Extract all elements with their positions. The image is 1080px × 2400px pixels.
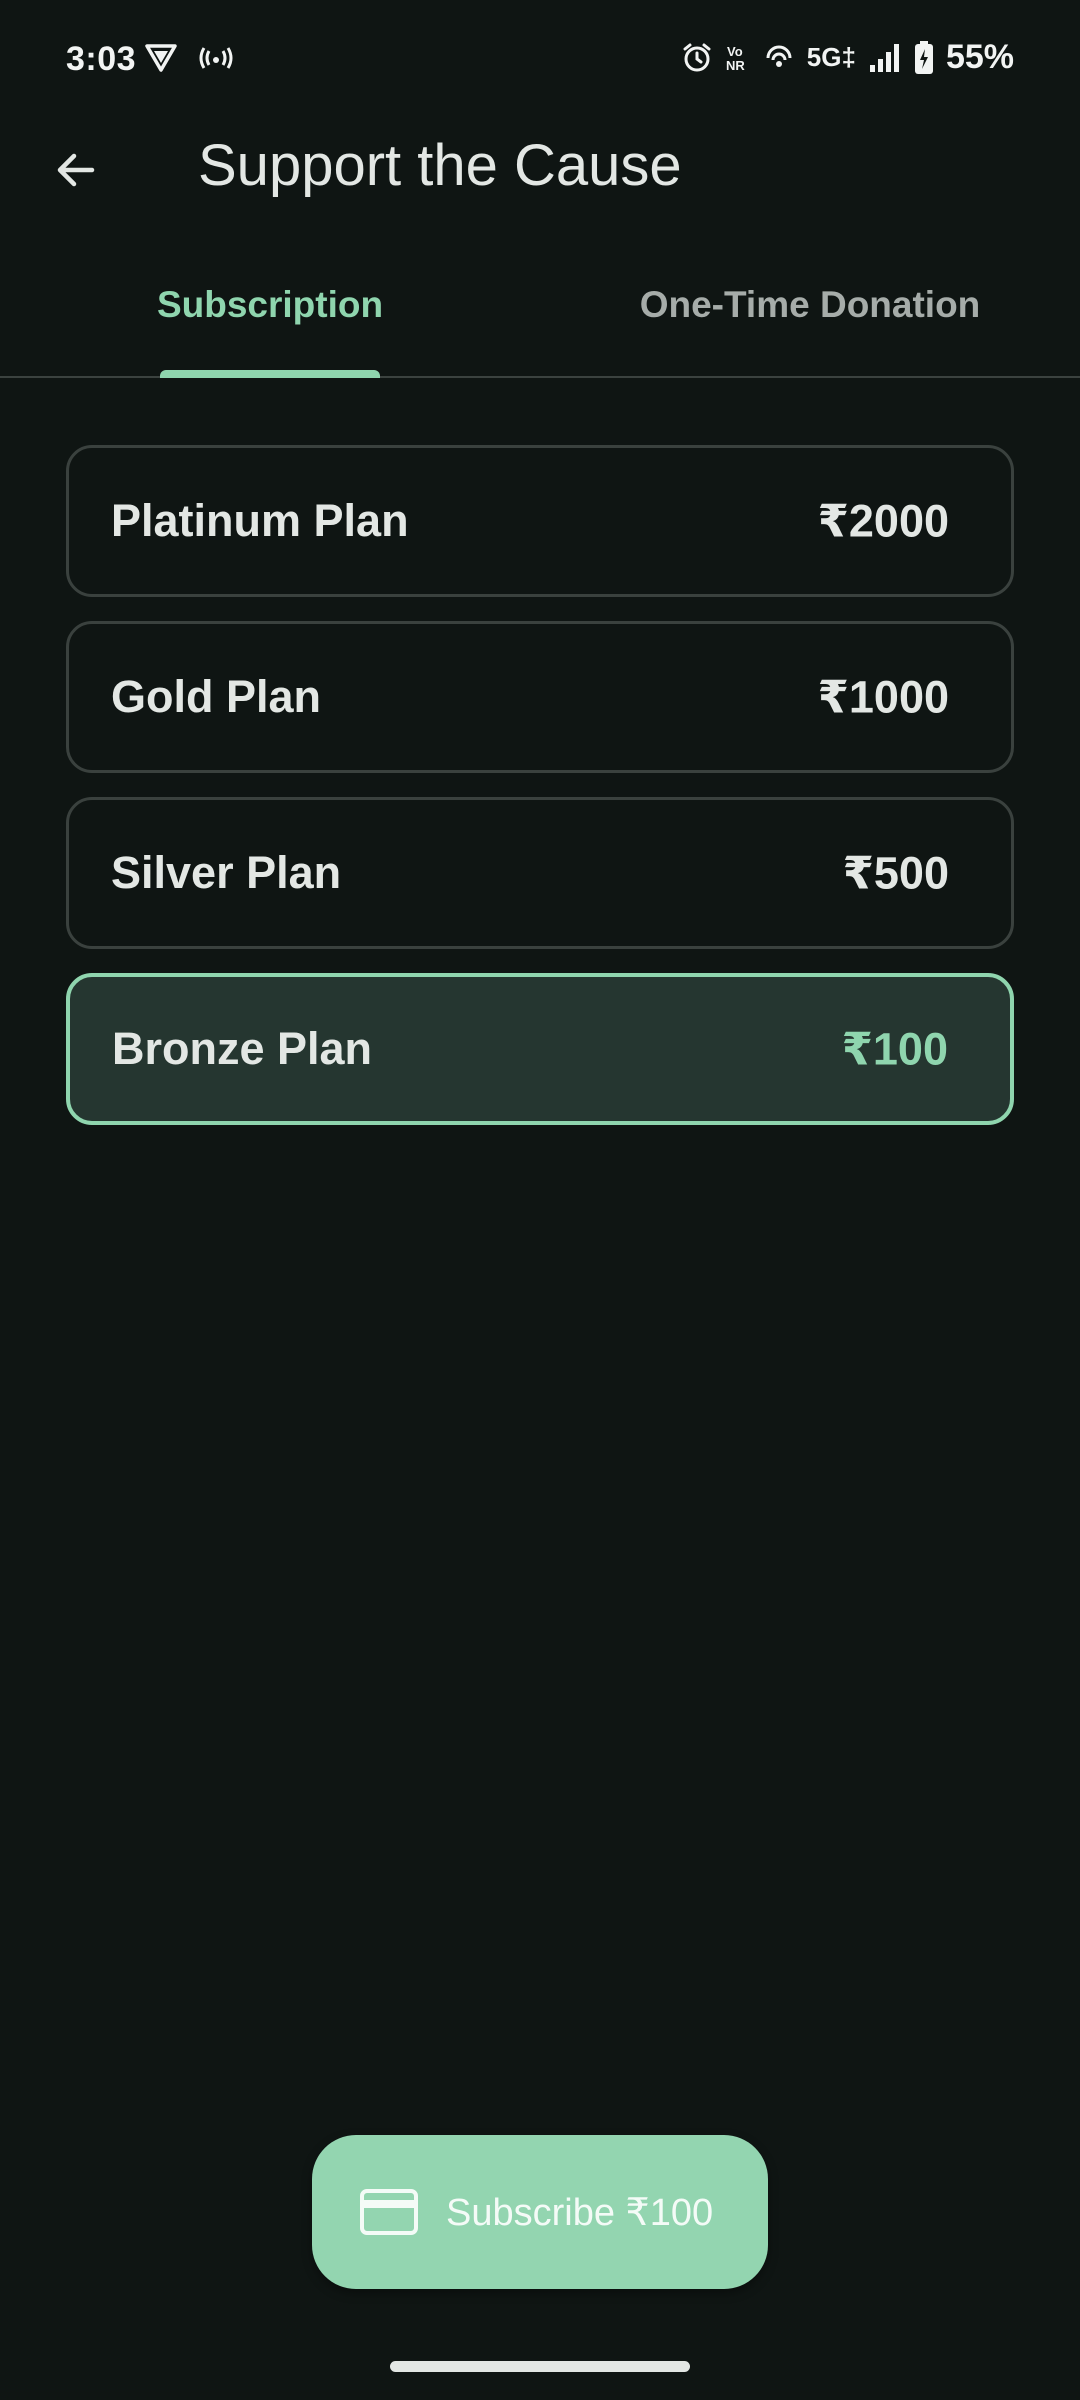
plan-card-silver[interactable]: Silver Plan ₹500: [66, 797, 1014, 949]
plan-list: Platinum Plan ₹2000 Gold Plan ₹1000 Silv…: [66, 445, 1014, 1149]
status-bar: 3:03 Vo NR 5G‡ 55%: [0, 0, 1080, 124]
battery-percent: 55%: [945, 38, 1014, 76]
plan-price: ₹500: [842, 847, 949, 899]
signal-icon: [868, 43, 902, 73]
vpn-shield-icon: [144, 42, 178, 79]
back-button[interactable]: [40, 136, 112, 208]
home-indicator[interactable]: [390, 2361, 690, 2372]
plan-name: Platinum Plan: [111, 495, 409, 546]
plan-card-platinum[interactable]: Platinum Plan ₹2000: [66, 445, 1014, 597]
plan-name: Silver Plan: [111, 847, 342, 898]
arrow-back-icon: [52, 146, 100, 199]
status-left-icons: [144, 42, 236, 79]
subscribe-button-label: Subscribe ₹100: [446, 2191, 714, 2234]
plan-price: ₹2000: [817, 495, 949, 547]
svg-text:Vo: Vo: [727, 44, 743, 59]
subscribe-button[interactable]: Subscribe ₹100: [312, 2135, 768, 2289]
network-type: 5G‡: [806, 42, 856, 72]
page-title: Support the Cause: [198, 133, 682, 198]
tab-one-time-donation[interactable]: One-Time Donation: [540, 260, 1080, 376]
plan-card-gold[interactable]: Gold Plan ₹1000: [66, 621, 1014, 773]
svg-text:NR: NR: [726, 58, 745, 73]
tab-subscription-label: Subscription: [156, 284, 384, 325]
plan-name: Bronze Plan: [112, 1023, 373, 1074]
hotspot-icon: [196, 42, 236, 79]
status-time: 3:03: [66, 40, 137, 78]
tab-indicator: [160, 370, 380, 378]
plan-price: ₹100: [841, 1023, 948, 1075]
alarm-icon: [681, 42, 713, 74]
tab-subscription[interactable]: Subscription: [0, 260, 540, 376]
plan-card-bronze[interactable]: Bronze Plan ₹100: [66, 973, 1014, 1125]
screen: 3:03 Vo NR 5G‡ 55% Support the Cause Sub…: [0, 0, 1080, 2400]
status-right-icons: Vo NR 5G‡ 55%: [681, 38, 1014, 77]
vonr-icon: Vo NR: [725, 42, 751, 74]
tab-bar: Subscription One-Time Donation: [0, 260, 1080, 378]
wifi-calling-icon: [763, 42, 795, 74]
tab-one-time-donation-label: One-Time Donation: [639, 284, 981, 325]
credit-card-icon: [360, 2189, 418, 2235]
battery-charging-icon: [914, 40, 934, 75]
app-bar: Support the Cause: [0, 124, 1080, 212]
plan-price: ₹1000: [817, 671, 949, 723]
plan-name: Gold Plan: [111, 671, 322, 722]
